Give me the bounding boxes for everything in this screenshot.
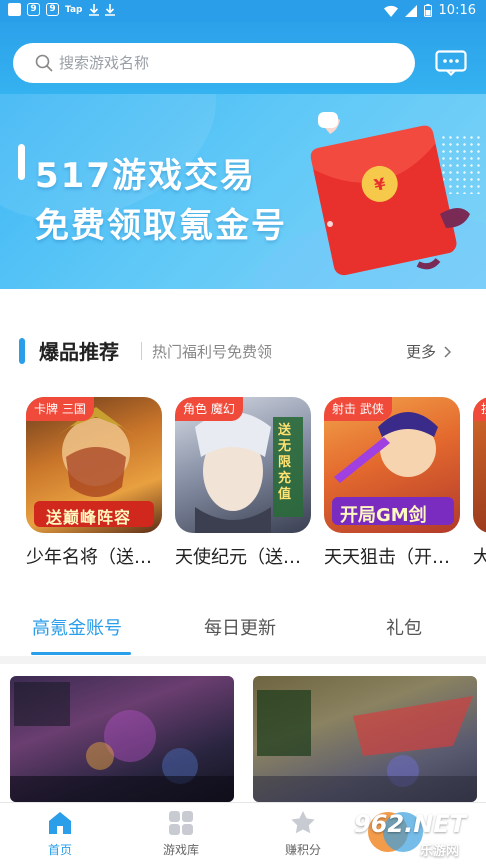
section-separator bbox=[0, 656, 486, 664]
nav-earn-points[interactable]: 赚积分 bbox=[263, 809, 343, 858]
game-card[interactable]: 送巅峰阵容 卡牌 三国 少年名将（送… bbox=[26, 397, 162, 569]
banner-title: 517游戏交易 bbox=[35, 156, 256, 196]
game-art-text: 送巅峰阵容 bbox=[46, 508, 132, 527]
section-subtitle: 热门福利号免费领 bbox=[152, 343, 273, 361]
game-card[interactable]: 挂 大 bbox=[473, 397, 486, 569]
watermark-subtext: 乐游网 bbox=[420, 844, 460, 859]
tab-gift-packs[interactable]: 礼包 bbox=[386, 614, 422, 640]
notification-icon bbox=[8, 3, 21, 16]
download-icon bbox=[104, 3, 115, 16]
battery-icon bbox=[423, 4, 432, 17]
game-art-text: 送无限充值 bbox=[278, 423, 292, 502]
game-name: 天天狙击（开… bbox=[324, 547, 450, 568]
game-tag: 射击 武侠 bbox=[324, 397, 392, 421]
more-label: 更多 bbox=[406, 343, 437, 361]
home-icon bbox=[49, 812, 71, 834]
nav-earn-points-label: 赚积分 bbox=[284, 843, 321, 857]
game-name: 天使纪元（送… bbox=[175, 547, 301, 568]
watermark-text: 962.NET bbox=[354, 810, 467, 838]
chevron-right-icon bbox=[444, 345, 452, 358]
nav-home-label: 首页 bbox=[47, 843, 72, 857]
header bbox=[0, 22, 486, 94]
red-envelope-illustration: ¥ bbox=[310, 112, 470, 276]
game-name: 大 bbox=[473, 547, 486, 568]
game-tag: 卡牌 三国 bbox=[26, 397, 94, 421]
game-thumbnail: 开局GM剑 射击 武侠 bbox=[324, 397, 460, 533]
section-divider bbox=[141, 342, 142, 360]
section-title: 爆品推荐 bbox=[39, 340, 119, 364]
site-watermark: 962.NET 乐游网 bbox=[348, 808, 478, 859]
more-link[interactable]: 更多 bbox=[406, 341, 452, 362]
wifi-icon bbox=[383, 5, 398, 17]
tab-bar: 高氪金账号 每日更新 礼包 bbox=[0, 600, 486, 656]
search-icon bbox=[35, 54, 53, 72]
game-thumbnail: 送巅峰阵容 卡牌 三国 bbox=[26, 397, 162, 533]
banner-accent-bar bbox=[18, 144, 25, 180]
game-tag: 挂 bbox=[473, 397, 486, 421]
game-tag: 角色 魔幻 bbox=[175, 397, 243, 421]
section-accent-bar bbox=[19, 338, 25, 364]
status-bar: 9 9 Tap 10:16 bbox=[0, 0, 486, 22]
nav-home[interactable]: 首页 bbox=[20, 809, 100, 858]
nav-game-library-label: 游戏库 bbox=[162, 843, 199, 857]
game-card[interactable]: 开局GM剑 射击 武侠 天天狙击（开… bbox=[324, 397, 460, 569]
tab-high-value-accounts[interactable]: 高氪金账号 bbox=[32, 614, 122, 640]
game-thumbnail: 送无限充值 角色 魔幻 bbox=[175, 397, 311, 533]
search-input[interactable] bbox=[59, 43, 399, 83]
game-name: 少年名将（送… bbox=[26, 547, 152, 568]
grid-icon bbox=[169, 811, 193, 835]
game-card[interactable]: 送无限充值 角色 魔幻 天使纪元（送… bbox=[175, 397, 311, 569]
notification-badge-1: 9 bbox=[27, 3, 40, 16]
download-icon bbox=[88, 3, 99, 16]
signal-icon bbox=[404, 4, 417, 17]
active-tab-indicator bbox=[31, 652, 131, 655]
star-icon bbox=[291, 811, 315, 834]
banner-subtitle: 免费领取氪金号 bbox=[35, 206, 287, 246]
game-art-text: 开局GM剑 bbox=[340, 505, 427, 526]
tab-daily-updates[interactable]: 每日更新 bbox=[204, 614, 276, 640]
game-thumbnail: 挂 bbox=[473, 397, 486, 533]
clock: 10:16 bbox=[438, 3, 476, 18]
account-listing-image[interactable] bbox=[253, 676, 477, 802]
message-icon[interactable] bbox=[435, 50, 467, 76]
promo-banner[interactable]: 517游戏交易 免费领取氪金号 ¥ bbox=[0, 94, 486, 289]
nav-game-library[interactable]: 游戏库 bbox=[141, 809, 221, 858]
search-bar[interactable] bbox=[13, 43, 415, 83]
notification-badge-2: 9 bbox=[46, 3, 59, 16]
account-listing-image[interactable] bbox=[10, 676, 234, 802]
tap-label: Tap bbox=[65, 4, 83, 15]
